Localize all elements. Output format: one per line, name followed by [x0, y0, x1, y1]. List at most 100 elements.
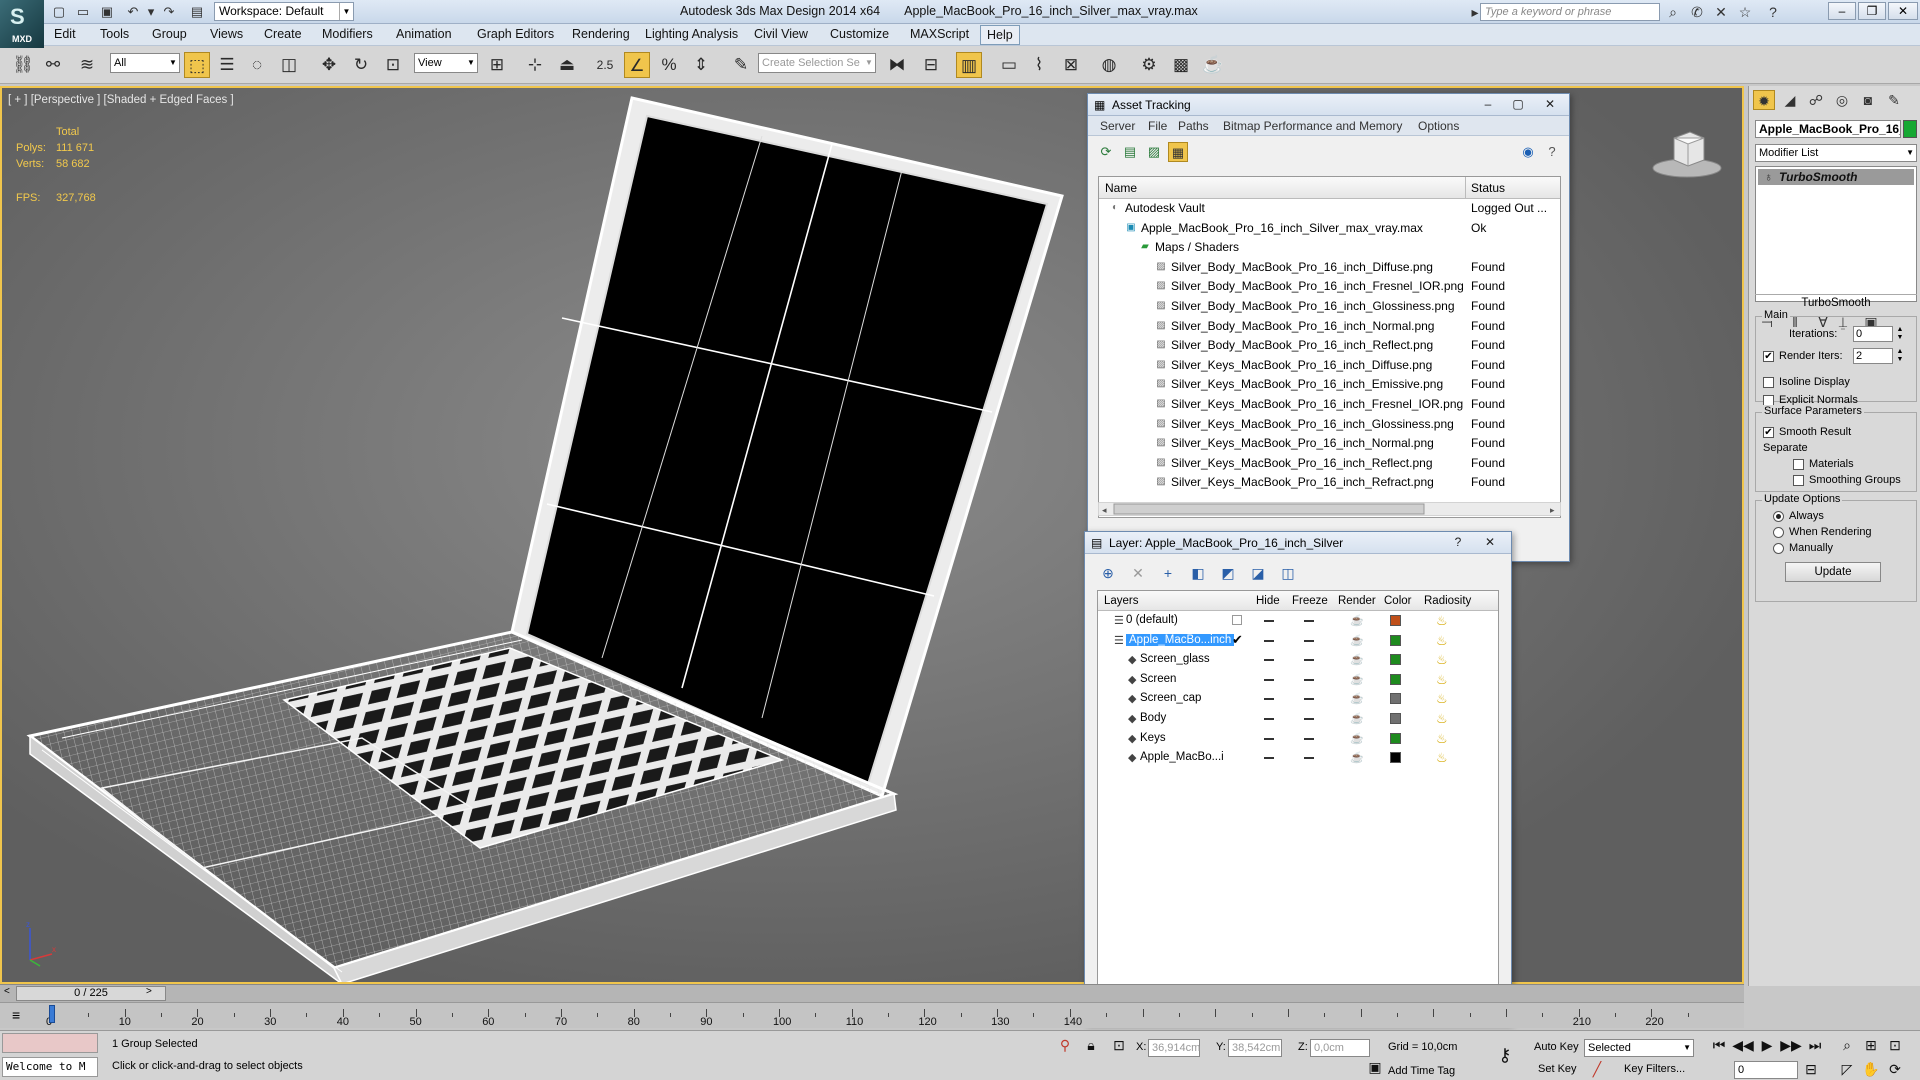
radiosity-icon[interactable]: ♨: [1436, 750, 1448, 766]
time-slider[interactable]: < 0 / 225 >: [0, 984, 1744, 1002]
vault-icon[interactable]: ◉: [1518, 142, 1538, 162]
layer-row[interactable]: ☰ Apple_MacBo...inch ✔ ☕ ♨: [1098, 631, 1498, 651]
absolute-mode-icon[interactable]: ⊡: [1108, 1035, 1130, 1055]
freeze-toggle[interactable]: [1304, 717, 1314, 720]
go-to-start-icon[interactable]: ⏮: [1708, 1035, 1730, 1055]
list-view-icon[interactable]: ▤: [1120, 142, 1140, 162]
undo-icon[interactable]: ↶: [124, 3, 142, 21]
select-and-move-icon[interactable]: ✥: [316, 52, 342, 78]
freeze-unfreeze-all-icon[interactable]: ◫: [1277, 562, 1299, 584]
lightbulb-icon[interactable]: ♁: [1764, 170, 1773, 184]
asset-row[interactable]: ▨ Silver_Keys_MacBook_Pro_16_inch_Reflect…: [1099, 454, 1560, 474]
menu-lighting-analysis[interactable]: Lighting Analysis: [645, 27, 738, 41]
asset-row[interactable]: ▰ Maps / Shaders: [1099, 238, 1560, 258]
hide-toggle[interactable]: [1264, 737, 1274, 740]
select-manipulate-icon[interactable]: ⊹: [522, 52, 548, 78]
asset-row[interactable]: ◐ Autodesk Vault Logged Out ...: [1099, 199, 1560, 219]
favorites-icon[interactable]: ☆: [1736, 3, 1754, 21]
manually-radio[interactable]: Manually: [1773, 542, 1833, 554]
spinner-snap-icon[interactable]: ⇕: [688, 52, 714, 78]
asset-horizontal-scrollbar[interactable]: ◂ ▸: [1098, 502, 1561, 516]
edit-named-selection-icon[interactable]: ✎: [728, 52, 754, 78]
render-teapot-icon[interactable]: ☕: [1350, 634, 1364, 647]
layer-color-swatch[interactable]: [1390, 752, 1401, 764]
save-icon[interactable]: ▣: [98, 3, 116, 21]
hierarchy-tab-icon[interactable]: ☍: [1805, 90, 1827, 110]
object-name-field[interactable]: Apple_MacBook_Pro_16_: [1755, 120, 1901, 138]
current-frame-marker[interactable]: [49, 1005, 55, 1023]
motion-tab-icon[interactable]: ◎: [1831, 90, 1853, 110]
y-coordinate-field[interactable]: 38,542cm: [1228, 1039, 1282, 1057]
layer-col-color[interactable]: Color: [1384, 595, 1411, 607]
search-input[interactable]: Type a keyword or phrase: [1480, 3, 1660, 21]
current-frame-field[interactable]: 0: [1734, 1061, 1798, 1079]
modifier-list-dropdown[interactable]: Modifier List ▼: [1755, 144, 1917, 162]
z-coordinate-field[interactable]: 0,0cm: [1310, 1039, 1370, 1057]
layer-row[interactable]: ◆ Screen_cap ☕ ♨: [1098, 689, 1498, 709]
mini-curve-editor-icon[interactable]: ≡: [12, 1007, 20, 1023]
hide-toggle[interactable]: [1264, 659, 1274, 662]
isoline-display-checkbox[interactable]: Isoline Display: [1763, 376, 1850, 388]
freeze-toggle[interactable]: [1304, 639, 1314, 642]
curve-editor-icon[interactable]: ⌇: [1026, 52, 1052, 78]
layer-col-hide[interactable]: Hide: [1256, 595, 1280, 607]
materials-checkbox[interactable]: Materials: [1793, 458, 1854, 470]
layer-color-swatch[interactable]: [1390, 634, 1401, 646]
menu-edit[interactable]: Edit: [54, 27, 76, 41]
named-selection-set-dropdown[interactable]: Create Selection Se ▼: [758, 53, 876, 73]
hide-toggle[interactable]: [1264, 757, 1274, 760]
key-icon[interactable]: ⚷: [1494, 1045, 1516, 1065]
tools-icon[interactable]: ✕: [1712, 3, 1730, 21]
time-slider-thumb[interactable]: 0 / 225: [16, 986, 166, 1001]
close-button[interactable]: ✕: [1477, 534, 1503, 551]
add-to-layer-icon[interactable]: +: [1157, 562, 1179, 584]
hide-toggle[interactable]: [1264, 620, 1274, 622]
percent-snap-icon[interactable]: %: [656, 52, 682, 78]
next-frame-icon[interactable]: ▶▶: [1780, 1035, 1802, 1055]
time-configuration-icon[interactable]: ⊟: [1800, 1059, 1822, 1079]
help-icon[interactable]: ?: [1542, 142, 1562, 162]
layer-row[interactable]: ◆ Body ☕ ♨: [1098, 709, 1498, 729]
align-icon[interactable]: ⊟: [918, 52, 944, 78]
freeze-toggle[interactable]: [1304, 698, 1314, 701]
menu-maxscript[interactable]: MAXScript: [910, 27, 969, 41]
key-filters-button[interactable]: Key Filters...: [1624, 1063, 1685, 1075]
asset-row[interactable]: ▨ Silver_Body_MacBook_Pro_16_inch_Normal.…: [1099, 317, 1560, 337]
hide-toggle[interactable]: [1264, 717, 1274, 720]
freeze-toggle[interactable]: [1304, 620, 1314, 622]
layer-col-freeze[interactable]: Freeze: [1292, 595, 1328, 607]
freeze-toggle[interactable]: [1304, 659, 1314, 662]
render-teapot-icon[interactable]: ☕: [1350, 653, 1364, 666]
create-tab-icon[interactable]: ✹: [1753, 90, 1775, 110]
select-and-scale-icon[interactable]: ⊡: [380, 52, 406, 78]
modify-tab-icon[interactable]: ◢: [1779, 90, 1801, 110]
keyboard-shortcut-override-icon[interactable]: ⏏: [554, 52, 580, 78]
menu-graph-editors[interactable]: Graph Editors: [477, 27, 554, 41]
go-to-end-icon[interactable]: ⏭: [1804, 1035, 1826, 1055]
track-bar[interactable]: ≡ 01020304050607080901001101201301402102…: [0, 1002, 1744, 1028]
layer-manager-icon[interactable]: ▥: [956, 52, 982, 78]
key-mode-dropdown[interactable]: Selected ▼: [1584, 1039, 1694, 1057]
menu-animation[interactable]: Animation: [396, 27, 452, 41]
render-teapot-icon[interactable]: ☕: [1350, 751, 1364, 764]
project-folder-icon[interactable]: ▤: [188, 3, 206, 21]
minimize-button[interactable]: –: [1475, 96, 1501, 113]
layer-col-radiosity[interactable]: Radiosity: [1424, 595, 1471, 607]
menu-tools[interactable]: Tools: [100, 27, 129, 41]
asset-row[interactable]: ▨ Silver_Body_MacBook_Pro_16_inch_Fresnel…: [1099, 277, 1560, 297]
undo-dropdown-icon[interactable]: ▾: [142, 3, 160, 21]
hide-toggle[interactable]: [1264, 639, 1274, 642]
render-teapot-icon[interactable]: ☕: [1350, 614, 1364, 627]
object-color-swatch[interactable]: [1903, 120, 1917, 138]
time-tag-icon[interactable]: ▣: [1364, 1057, 1386, 1077]
spinner-arrows-icon[interactable]: ▲ ▼: [1895, 348, 1905, 364]
render-teapot-icon[interactable]: ☕: [1350, 673, 1364, 686]
chevron-left-icon[interactable]: <: [4, 986, 10, 997]
render-teapot-icon[interactable]: ☕: [1350, 732, 1364, 745]
utilities-tab-icon[interactable]: ✎: [1883, 90, 1905, 110]
iterations-spinner[interactable]: 0: [1853, 326, 1893, 342]
highlight-selected-icon[interactable]: ◩: [1217, 562, 1239, 584]
table-view-icon[interactable]: ▦: [1168, 142, 1188, 162]
asset-row[interactable]: ▨ Silver_Keys_MacBook_Pro_16_inch_Glossin…: [1099, 415, 1560, 435]
menu-views[interactable]: Views: [210, 27, 243, 41]
